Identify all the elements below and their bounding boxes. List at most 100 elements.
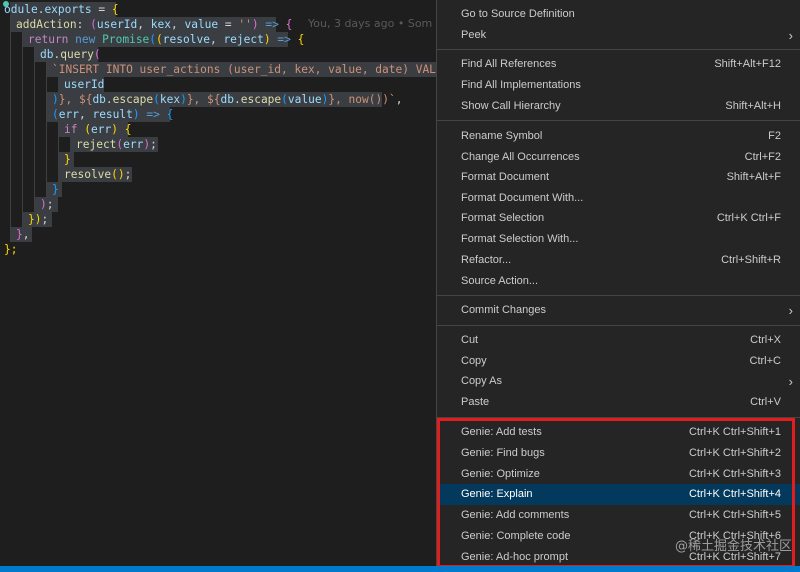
code-token: '' <box>238 18 252 31</box>
menu-separator <box>437 417 800 418</box>
code-line-17[interactable]: }; <box>4 242 17 257</box>
code-token: ) <box>40 198 47 211</box>
code-token: ) <box>132 108 140 121</box>
code-line-15[interactable]: }); <box>28 212 48 227</box>
menu-item-shortcut: Ctrl+Shift+R <box>721 254 781 266</box>
menu-separator <box>437 120 800 121</box>
menu-separator <box>437 295 800 296</box>
code-token: ) <box>52 93 59 106</box>
menu-item-label: Cut <box>461 334 479 346</box>
code-line-4[interactable]: db.query( <box>40 47 101 62</box>
code-token: ( <box>90 18 97 31</box>
code-line-5[interactable]: `INSERT INTO user_actions (user_id, kex,… <box>52 62 436 77</box>
git-blame-annotation: You, 3 days ago • Som <box>308 17 433 30</box>
code-token: userId <box>96 18 138 31</box>
menu-item-refactor[interactable]: Refactor... Ctrl+Shift+R <box>437 250 800 271</box>
menu-item-genie-explain[interactable]: Genie: Explain Ctrl+K Ctrl+Shift+4 <box>437 484 800 505</box>
menu-item-label: Go to Source Definition <box>461 8 575 20</box>
code-line-13[interactable]: } <box>52 182 59 197</box>
code-token: db <box>92 93 106 106</box>
code-line-1[interactable]: odule.exports = { <box>4 2 119 17</box>
menu-item-label: Find All References <box>461 58 557 70</box>
context-menu: Go to Source Definition Peek › Find All R… <box>436 0 800 566</box>
code-token: { <box>124 123 132 136</box>
menu-item-shortcut: Ctrl+V <box>750 396 781 408</box>
code-editor[interactable]: odule.exports = { addAction: (userId, ke… <box>0 0 436 566</box>
code-token: ) <box>180 93 187 106</box>
menu-item-find-all-references[interactable]: Find All References Shift+Alt+F12 <box>437 54 800 75</box>
menu-item-commit-changes[interactable]: Commit Changes › <box>437 300 800 321</box>
code-token: . <box>233 93 241 106</box>
menu-item-shortcut: Shift+Alt+F <box>726 171 781 183</box>
menu-item-change-all-occurrences[interactable]: Change All Occurrences Ctrl+F2 <box>437 147 800 168</box>
code-line-10[interactable]: reject(err); <box>76 137 157 152</box>
code-token: ( <box>156 33 163 46</box>
code-token: ( <box>153 93 160 106</box>
code-token: resolve <box>64 168 112 181</box>
code-token: userId <box>64 78 105 91</box>
menu-item-format-document[interactable]: Format Document Shift+Alt+F <box>437 167 800 188</box>
code-token: db <box>40 48 54 61</box>
code-line-7[interactable]: )}, ${db.escape(kex)}, ${db.escape(value… <box>52 92 402 107</box>
code-token: { <box>111 3 119 16</box>
code-token: ( <box>281 93 288 106</box>
menu-item-cut[interactable]: Cut Ctrl+X <box>437 330 800 351</box>
code-token: kex <box>150 18 171 31</box>
menu-item-shortcut: Shift+Alt+F12 <box>714 58 781 70</box>
menu-item-find-all-implementations[interactable]: Find All Implementations <box>437 75 800 96</box>
menu-item-format-selection[interactable]: Format Selection Ctrl+K Ctrl+F <box>437 208 800 229</box>
code-token: , <box>78 108 93 121</box>
menu-item-label: Show Call Hierarchy <box>461 100 561 112</box>
menu-item-genie-find-bugs[interactable]: Genie: Find bugs Ctrl+K Ctrl+Shift+2 <box>437 443 800 464</box>
code-token: reject <box>76 138 117 151</box>
code-line-16[interactable]: }, <box>16 227 30 242</box>
chevron-right-icon: › <box>788 303 793 318</box>
code-token: value <box>287 93 322 106</box>
menu-item-genie-optimize[interactable]: Genie: Optimize Ctrl+K Ctrl+Shift+3 <box>437 464 800 485</box>
chevron-right-icon: › <box>788 28 793 43</box>
code-token: , <box>209 33 224 46</box>
code-token: result <box>92 108 133 121</box>
code-line-14[interactable]: ); <box>40 197 54 212</box>
menu-item-label: Genie: Ad-hoc prompt <box>461 551 569 563</box>
menu-item-genie-add-comments[interactable]: Genie: Add comments Ctrl+K Ctrl+Shift+5 <box>437 505 800 526</box>
menu-item-label: Format Document With... <box>461 192 584 204</box>
menu-item-label: Copy <box>461 355 487 367</box>
menu-item-copy[interactable]: Copy Ctrl+C <box>437 351 800 372</box>
code-token: exports <box>44 3 92 16</box>
menu-item-source-action[interactable]: Source Action... <box>437 271 800 292</box>
code-line-6[interactable]: userId <box>64 77 104 92</box>
code-token: ( <box>84 123 91 136</box>
code-token: => <box>258 18 286 31</box>
menu-item-label: Peek <box>461 29 487 41</box>
menu-item-peek[interactable]: Peek › <box>437 25 800 46</box>
menu-item-label: Genie: Complete code <box>461 530 571 542</box>
menu-item-copy-as[interactable]: Copy As › <box>437 371 800 392</box>
code-line-11[interactable]: } <box>64 152 71 167</box>
code-token: , <box>395 93 403 106</box>
code-line-8[interactable]: (err, result) => { <box>52 107 173 122</box>
menu-item-label: Format Selection <box>461 212 545 224</box>
code-line-9[interactable]: if (err) { <box>64 122 131 137</box>
code-line-2[interactable]: addAction: (userId, kex, value = '') => … <box>16 17 292 32</box>
code-token: => <box>270 33 298 46</box>
menu-item-go-to-source-definition[interactable]: Go to Source Definition <box>437 4 800 25</box>
menu-item-shortcut: Ctrl+C <box>749 355 781 367</box>
code-token: query <box>60 48 94 61</box>
code-line-12[interactable]: resolve(); <box>64 167 131 182</box>
code-token: }, ${ <box>58 93 93 106</box>
menu-item-show-call-hierarchy[interactable]: Show Call Hierarchy Shift+Alt+H <box>437 96 800 117</box>
menu-item-rename-symbol[interactable]: Rename Symbol F2 <box>437 126 800 147</box>
menu-item-genie-add-tests[interactable]: Genie: Add tests Ctrl+K Ctrl+Shift+1 <box>437 422 800 443</box>
menu-item-format-document-with[interactable]: Format Document With... <box>437 188 800 209</box>
code-token: value <box>184 18 219 31</box>
code-token: ) <box>111 123 118 136</box>
code-token: : <box>76 18 91 31</box>
menu-item-paste[interactable]: Paste Ctrl+V <box>437 392 800 413</box>
menu-item-label: Format Document <box>461 171 550 183</box>
menu-item-format-selection-with[interactable]: Format Selection With... <box>437 229 800 250</box>
menu-item-label: Copy As <box>461 375 502 387</box>
code-line-3[interactable]: return new Promise((resolve, reject) => … <box>28 32 304 47</box>
code-token: escape <box>240 93 282 106</box>
